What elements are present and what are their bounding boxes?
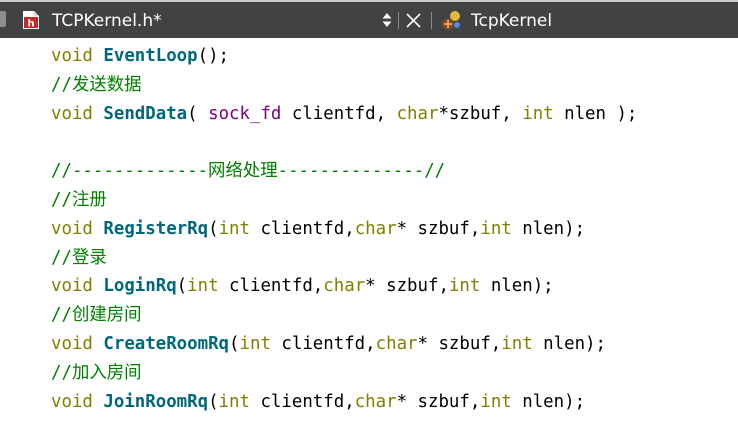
- code-text: * szbuf,: [365, 276, 449, 297]
- code-text: * szbuf,: [396, 218, 481, 239]
- function-name: LoginRq: [103, 276, 177, 297]
- code-text: nlen );: [553, 103, 638, 124]
- code-text: clientfd,: [270, 333, 376, 354]
- code-line: void SendData( sock_fd clientfd, char*sz…: [51, 100, 637, 129]
- keyword: int: [448, 276, 481, 297]
- code-line: void JoinRoomRq(int clientfd,char* szbuf…: [51, 388, 637, 417]
- comment: //注册: [51, 189, 107, 210]
- file-name-dropdown[interactable]: TCPKernel.h*: [52, 10, 162, 32]
- comment: //创建房间: [51, 305, 142, 326]
- code-text: nlen);: [480, 276, 554, 297]
- sort-arrows-icon[interactable]: [381, 10, 393, 30]
- function-name: SendData: [103, 103, 188, 124]
- comment: //加入房间: [51, 362, 142, 383]
- code-text: (: [208, 391, 219, 412]
- comment: //-------------网络处理--------------//: [51, 161, 446, 182]
- editor-window: h TCPKernel.h* TcpKernel void EventLoop(…: [0, 0, 738, 439]
- header-file-icon: h: [23, 11, 39, 30]
- code-text: (: [229, 333, 240, 354]
- keyword: int: [480, 218, 512, 239]
- keyword: int: [239, 333, 271, 354]
- code-text: nlen);: [511, 391, 586, 412]
- comment: //发送数据: [51, 74, 142, 95]
- code-text: *szbuf,: [438, 103, 523, 124]
- code-line: //注册: [51, 186, 637, 215]
- symbol-dropdown[interactable]: TcpKernel: [471, 10, 552, 32]
- code-text: (: [187, 103, 209, 124]
- code-text: clientfd,: [249, 218, 355, 239]
- keyword: char: [375, 333, 418, 354]
- code-line: void EventLoop();: [51, 42, 637, 71]
- keyword: int: [218, 391, 250, 412]
- function-name: EventLoop: [103, 46, 198, 66]
- code-line: //加入房间: [51, 359, 637, 388]
- keyword: int: [187, 276, 219, 297]
- function-name: RegisterRq: [103, 218, 209, 239]
- code-text: clientfd,: [281, 103, 397, 124]
- code-editor[interactable]: void EventLoop(); //发送数据 void SendData( …: [51, 42, 637, 416]
- code-line: //登录: [51, 244, 637, 273]
- editor-tab-bar: h TCPKernel.h* TcpKernel: [0, 0, 738, 38]
- code-text: nlen);: [511, 218, 586, 239]
- code-text: * szbuf,: [396, 391, 481, 412]
- tab-separator: [398, 12, 399, 29]
- keyword: void: [51, 103, 93, 124]
- function-name: CreateRoomRq: [103, 333, 230, 354]
- code-text: clientfd,: [249, 391, 355, 412]
- keyword: char: [323, 276, 366, 297]
- keyword: int: [218, 218, 250, 239]
- tab-separator: [431, 12, 432, 29]
- code-text: ();: [197, 46, 230, 66]
- keyword: void: [51, 333, 93, 354]
- keyword: char: [396, 103, 439, 124]
- keyword: char: [354, 391, 397, 412]
- code-line: //创建房间: [51, 301, 637, 330]
- keyword: void: [51, 276, 93, 297]
- code-line: //发送数据: [51, 71, 637, 100]
- code-text: nlen);: [532, 333, 606, 354]
- keyword: void: [51, 46, 93, 66]
- keyword: int: [501, 333, 533, 354]
- keyword: void: [51, 218, 93, 239]
- type-name: sock_fd: [208, 103, 282, 124]
- code-text: * szbuf,: [417, 333, 502, 354]
- keyword: void: [51, 391, 93, 412]
- code-text: clientfd,: [218, 276, 324, 297]
- code-line: void RegisterRq(int clientfd,char* szbuf…: [51, 215, 637, 244]
- code-line: void LoginRq(int clientfd,char* szbuf,in…: [51, 272, 637, 301]
- lock-icon: [0, 11, 6, 27]
- keyword: int: [480, 391, 512, 412]
- code-line: //-------------网络处理--------------//: [51, 157, 637, 186]
- close-icon[interactable]: [405, 12, 422, 29]
- keyword: char: [354, 218, 397, 239]
- class-icon: [442, 11, 460, 30]
- function-name: JoinRoomRq: [103, 391, 209, 412]
- code-line: void CreateRoomRq(int clientfd,char* szb…: [51, 330, 637, 359]
- svg-text:h: h: [27, 19, 34, 30]
- keyword: int: [522, 103, 554, 124]
- code-text: (: [176, 276, 188, 297]
- comment: //登录: [51, 247, 107, 268]
- code-text: (: [208, 218, 219, 239]
